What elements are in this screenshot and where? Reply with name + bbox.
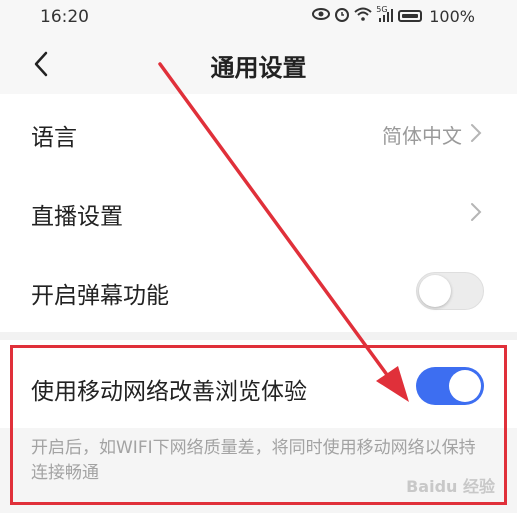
eye-icon	[312, 7, 331, 25]
danmaku-toggle[interactable]	[416, 272, 484, 310]
toggle-knob	[419, 275, 451, 307]
signal-icon: 5G	[376, 5, 394, 24]
danmaku-label: 开启弹幕功能	[31, 283, 169, 309]
alarm-icon	[334, 6, 350, 26]
chevron-right-icon	[471, 203, 482, 221]
signal-label: 5G	[376, 5, 388, 14]
live-settings-label: 直播设置	[31, 204, 123, 230]
live-settings-row[interactable]: 直播设置	[0, 173, 517, 252]
header: 通用设置	[0, 34, 517, 94]
language-row[interactable]: 语言 简体中文	[0, 94, 517, 173]
status-icons: 5G 100%	[312, 6, 475, 26]
language-value: 简体中文	[382, 124, 462, 148]
chevron-right-icon	[471, 124, 482, 142]
status-bar: 16:20 5G 100%	[0, 0, 517, 34]
battery-icon	[398, 10, 423, 22]
language-label: 语言	[31, 125, 77, 151]
watermark: Baidu 经验	[406, 477, 495, 496]
wifi-icon	[354, 7, 372, 25]
status-time: 16:20	[40, 7, 89, 27]
settings-group-general: 语言 简体中文 直播设置 开启弹幕功能	[0, 94, 517, 332]
battery-level: 100%	[429, 6, 475, 26]
page-title: 通用设置	[210, 54, 307, 82]
danmaku-row: 开启弹幕功能	[0, 252, 517, 331]
